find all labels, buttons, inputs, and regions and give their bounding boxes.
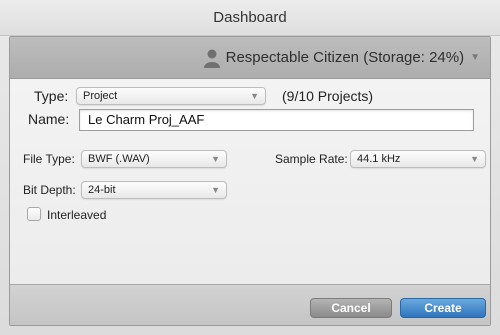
create-button[interactable]: Create <box>400 298 486 318</box>
sample-rate-select[interactable]: 44.1 kHz ▼ <box>350 150 486 168</box>
form-area: Type: Project ▼ (9/10 Projects) Name: Le… <box>10 79 490 284</box>
interleaved-label: Interleaved <box>47 208 107 222</box>
interleaved-checkbox[interactable] <box>27 207 41 221</box>
chevron-down-icon: ▼ <box>211 154 220 164</box>
sample-rate-value: 44.1 kHz <box>357 153 401 165</box>
user-menu[interactable]: Respectable Citizen (Storage: 24%) ▼ <box>10 37 490 79</box>
bit-depth-label: Bit Depth: <box>23 183 76 197</box>
person-icon <box>203 48 220 68</box>
chevron-down-icon: ▼ <box>250 91 259 101</box>
sample-rate-label: Sample Rate: <box>275 152 348 166</box>
chevron-down-icon: ▼ <box>211 185 220 195</box>
dialog-footer: Cancel Create <box>10 284 490 325</box>
bit-depth-value: 24-bit <box>88 184 116 196</box>
dialog-window: Dashboard Respectable Citizen (Storage: … <box>0 0 500 335</box>
cancel-button[interactable]: Cancel <box>310 298 392 318</box>
type-select-value: Project <box>83 90 118 102</box>
type-label: Type: <box>34 88 69 104</box>
user-storage-label: Respectable Citizen (Storage: 24%) <box>225 49 465 66</box>
project-count: (9/10 Projects) <box>282 88 374 104</box>
type-select[interactable]: Project ▼ <box>76 87 266 105</box>
file-type-value: BWF (.WAV) <box>88 153 150 165</box>
bit-depth-select[interactable]: 24-bit ▼ <box>81 181 227 199</box>
chevron-down-icon: ▼ <box>470 154 479 164</box>
name-input[interactable]: Le Charm Proj_AAF <box>79 109 474 131</box>
file-type-select[interactable]: BWF (.WAV) ▼ <box>81 150 227 168</box>
chevron-down-icon: ▼ <box>470 52 480 63</box>
dialog-panel: Respectable Citizen (Storage: 24%) ▼ Typ… <box>9 36 491 326</box>
name-label: Name: <box>28 111 70 127</box>
file-type-label: File Type: <box>23 152 75 166</box>
window-title: Dashboard <box>0 0 500 36</box>
